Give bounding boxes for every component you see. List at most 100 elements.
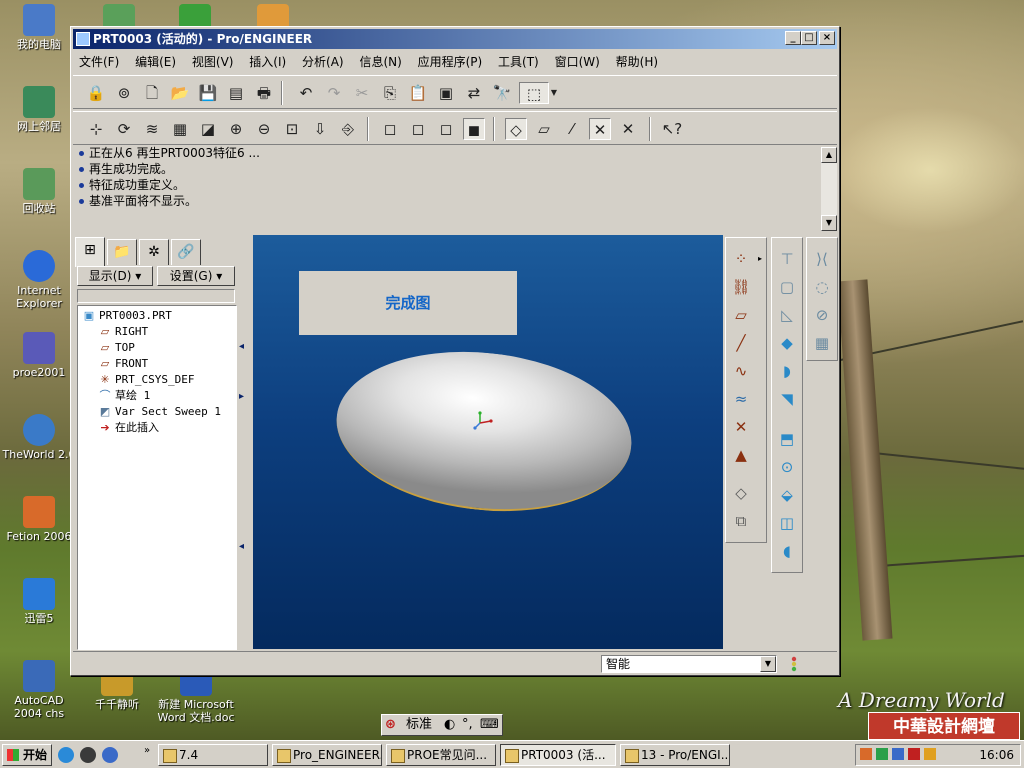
tray-icon[interactable] [892, 748, 904, 760]
datum-point-icon[interactable]: ⁘ [730, 248, 752, 270]
tree-item-csys[interactable]: ✳ PRT_CSYS_DEF [98, 372, 194, 388]
spin-center-icon[interactable]: ⊹ [85, 118, 107, 140]
qq-icon[interactable] [58, 747, 74, 763]
menu-info[interactable]: 信息(N) [353, 51, 407, 73]
round-icon[interactable]: ◗ [776, 360, 798, 382]
close-button[interactable]: × [819, 31, 835, 45]
variable-sweep-icon[interactable]: ⬙ [776, 484, 798, 506]
save-copy-icon[interactable]: ▤ [225, 82, 247, 104]
cut-icon[interactable]: ✂ [351, 82, 373, 104]
shading-icon[interactable]: ◼ [463, 118, 485, 140]
message-scrollbar[interactable]: ▲ ▼ [821, 147, 837, 231]
graphics-viewport[interactable]: 完成图 [253, 235, 723, 649]
settings-dropdown[interactable]: 设置(G) ▾ [157, 266, 235, 286]
blend-icon[interactable]: ◫ [776, 512, 798, 534]
menu-file[interactable]: 文件(F) [73, 51, 125, 73]
view-manager-icon[interactable]: ▦ [169, 118, 191, 140]
maximize-button[interactable]: □ [801, 31, 817, 45]
chevron-down-icon[interactable]: ▼ [760, 656, 776, 672]
scroll-up-button[interactable]: ▲ [821, 147, 837, 163]
tray-icon[interactable] [924, 748, 936, 760]
tab-model-tree[interactable]: ⊞ [75, 237, 105, 267]
ime-half-width-icon[interactable]: ◐ [444, 717, 455, 733]
task-pro-engineer-doc[interactable]: Pro_ENGINEER... [272, 744, 382, 766]
tab-favorites[interactable]: ✲ [139, 239, 169, 265]
save-icon[interactable]: 💾 [197, 82, 219, 104]
csys-toggle-icon[interactable]: ✕ [589, 118, 611, 140]
tree-item-top[interactable]: ▱ TOP [98, 340, 135, 356]
collapse-left-icon[interactable]: ◂ [239, 541, 244, 552]
tree-item-sweep[interactable]: ◩ Var Sect Sweep 1 [98, 404, 221, 420]
shaded-dome-model[interactable] [328, 337, 640, 526]
desktop-icon-fetion[interactable]: Fetion 2006 [0, 496, 78, 543]
trim-icon[interactable]: ⊘ [811, 304, 833, 326]
datum-points-toggle-icon[interactable]: ⁄ [561, 118, 583, 140]
ime-keyboard-icon[interactable]: ⌨ [480, 717, 499, 733]
desktop-icon-theworld[interactable]: TheWorld 2.0 [0, 414, 78, 461]
tray-icon[interactable] [876, 748, 888, 760]
qq-icon[interactable] [80, 747, 96, 763]
context-help-icon[interactable]: ↖? [661, 118, 683, 140]
open-folder-icon[interactable]: 📂 [169, 82, 191, 104]
datum-curve-icon[interactable]: ╱ [730, 332, 752, 354]
desktop-icon-thunder[interactable]: 迅雷5 [0, 578, 78, 625]
rib-icon[interactable]: ◺ [776, 304, 798, 326]
desktop-icon-network[interactable]: 网上邻居 [0, 86, 78, 133]
ime-mode[interactable]: 标准 [406, 717, 432, 733]
spin-center-toggle-icon[interactable]: ✕ [617, 118, 639, 140]
sketch-tool-icon[interactable]: ≈ [730, 388, 752, 410]
analysis-feature-icon[interactable]: ▲ [730, 444, 752, 466]
ime-punctuation-icon[interactable]: °, [462, 717, 473, 733]
datum-axes-toggle-icon[interactable]: ▱ [533, 118, 555, 140]
refit-icon[interactable]: ⊡ [281, 118, 303, 140]
ime-bar[interactable]: ⊛ 标准 ◐ °, ⌨ [381, 714, 503, 736]
clock[interactable]: 16:06 [979, 745, 1014, 765]
lock-icon[interactable]: 🔒 [85, 82, 107, 104]
chamfer-icon[interactable]: ◥ [776, 388, 798, 410]
selection-filter[interactable]: 智能 ▼ [601, 655, 777, 673]
task-pro-engi-13[interactable]: 13 - Pro/ENGI... [620, 744, 730, 766]
reorient-icon[interactable]: ⎆ [337, 118, 359, 140]
tree-item-part[interactable]: ▣ PRT0003.PRT [82, 308, 172, 324]
ie-quicklaunch-icon[interactable] [102, 747, 118, 763]
selection-box-icon[interactable]: ⬚ [519, 82, 549, 104]
tab-folder-browser[interactable]: 📁 [107, 239, 137, 265]
tray-icon[interactable] [860, 748, 872, 760]
layers-icon[interactable]: ≋ [141, 118, 163, 140]
desktop-icon-proe2001[interactable]: proe2001 [0, 332, 78, 379]
print-icon[interactable]: 🖶 [253, 82, 275, 104]
menu-applications[interactable]: 应用程序(P) [412, 51, 489, 73]
task-folder-74[interactable]: 7.4 [158, 744, 268, 766]
boundary-blend-icon[interactable]: ◖ [776, 540, 798, 562]
extrude-icon[interactable]: ⬒ [776, 428, 798, 450]
mirror-icon[interactable]: ⟩⟨ [811, 248, 833, 270]
minimize-button[interactable]: _ [785, 31, 801, 45]
merge-icon[interactable]: ◌ [811, 276, 833, 298]
desktop-icon-my-computer[interactable]: 我的电脑 [0, 4, 78, 51]
annotation-icon[interactable]: ◇ [730, 482, 752, 504]
show-dropdown[interactable]: 显示(D) ▾ [77, 266, 153, 286]
tab-connections[interactable]: 🔗 [171, 239, 201, 265]
tree-item-insert-here[interactable]: ➔ 在此插入 [98, 420, 159, 436]
layer-tool-icon[interactable]: ⧉ [730, 510, 752, 532]
datum-plane-icon[interactable]: ▱ [730, 304, 752, 326]
orient-icon[interactable]: ◪ [197, 118, 219, 140]
zoom-in-icon[interactable]: ⊕ [225, 118, 247, 140]
undo-icon[interactable]: ↶ [295, 82, 317, 104]
hole-icon[interactable]: ⊤ [776, 248, 798, 270]
menu-analysis[interactable]: 分析(A) [296, 51, 350, 73]
navigator-splitter[interactable]: ◂ ▸ ◂ [237, 237, 247, 649]
desktop-icon-recycle-bin[interactable]: 回收站 [0, 168, 78, 215]
tree-item-front[interactable]: ▱ FRONT [98, 356, 148, 372]
draft-icon[interactable]: ◆ [776, 332, 798, 354]
repaint-icon[interactable]: ⟳ [113, 118, 135, 140]
find-icon[interactable]: 🔭 [491, 82, 513, 104]
saved-views-icon[interactable]: ⇩ [309, 118, 331, 140]
sketch-curve-icon[interactable]: ∿ [730, 360, 752, 382]
tree-item-sketch[interactable]: ⌒ 草绘 1 [98, 388, 151, 404]
model-tree-icon[interactable]: ⊚ [113, 82, 135, 104]
menu-help[interactable]: 帮助(H) [610, 51, 664, 73]
datum-axis-icon[interactable]: ⛓ [730, 276, 752, 298]
desktop-icon-ie[interactable]: Internet Explorer [0, 250, 78, 310]
menu-view[interactable]: 视图(V) [186, 51, 240, 73]
